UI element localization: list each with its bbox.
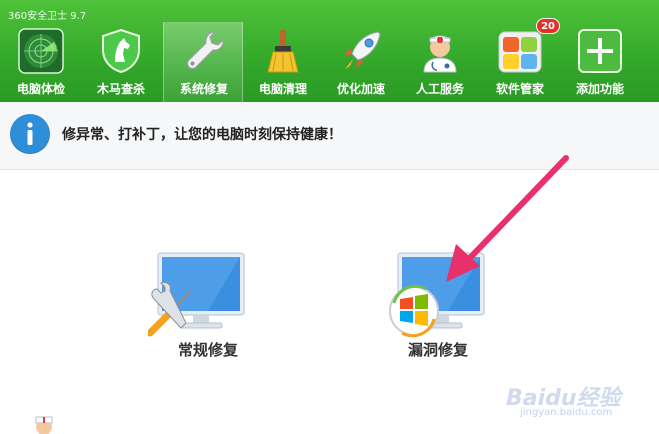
rocket-icon [344,31,381,69]
broom-icon [267,30,299,73]
windows-monitor-icon [389,252,485,338]
app-window: 360安全卫士 9.7 电脑体检 木马查杀 系统修复 电脑清理 优化加速 人工服… [0,0,659,434]
normal-repair-label: 常规修复 [177,341,238,359]
nav-label: 系统修复 [179,82,228,96]
nav-label: 软件管家 [495,82,544,96]
nav-item-manual-service[interactable]: 人工服务 [400,22,480,102]
normal-repair-button[interactable]: 常规修复 [118,243,298,373]
nav-item-system-repair[interactable]: 系统修复 [163,22,243,102]
nav-item-cleanup[interactable]: 电脑清理 [243,22,323,102]
radar-icon [18,28,64,74]
wrench-icon [186,31,224,70]
app-title: 360安全卫士 9.7 [8,11,87,22]
nav-item-software-manager[interactable]: 20 软件管家 [480,18,560,102]
top-toolbar: 360安全卫士 9.7 电脑体检 木马查杀 系统修复 电脑清理 优化加速 人工服… [0,0,659,102]
plus-icon [578,29,622,73]
nav-label: 添加功能 [575,82,624,96]
doctor-avatar-icon [35,416,53,434]
doctor-icon [423,35,457,73]
nav-label: 人工服务 [415,82,464,96]
apps-icon [498,31,542,73]
nav-item-speedup[interactable]: 优化加速 [321,22,401,102]
info-message: 修异常、打补丁，让您的电脑时刻保持健康！ [62,127,342,143]
nav-item-add-feature[interactable]: 添加功能 [560,22,640,102]
nav-label: 电脑体检 [16,82,65,96]
nav-label: 电脑清理 [258,82,307,96]
tools-monitor-icon [148,252,245,337]
nav-label: 木马查杀 [96,82,145,96]
horse-shield-icon [102,28,140,74]
update-count-badge: 20 [536,18,560,34]
nav-label: 优化加速 [336,82,385,96]
nav-item-trojan-scan[interactable]: 木马查杀 [81,22,161,102]
nav-item-checkup[interactable]: 电脑体检 [1,22,81,102]
baidu-watermark-site: jingyan.baidu.com [520,407,613,418]
patch-repair-label: 漏洞修复 [407,341,468,359]
info-banner: 修异常、打补丁，让您的电脑时刻保持健康！ [0,102,659,170]
info-icon [10,114,50,154]
main-nav: 电脑体检 木马查杀 系统修复 电脑清理 优化加速 人工服务 20 软件管家 添加… [0,18,659,102]
patch-repair-button[interactable]: 漏洞修复 [348,243,528,373]
